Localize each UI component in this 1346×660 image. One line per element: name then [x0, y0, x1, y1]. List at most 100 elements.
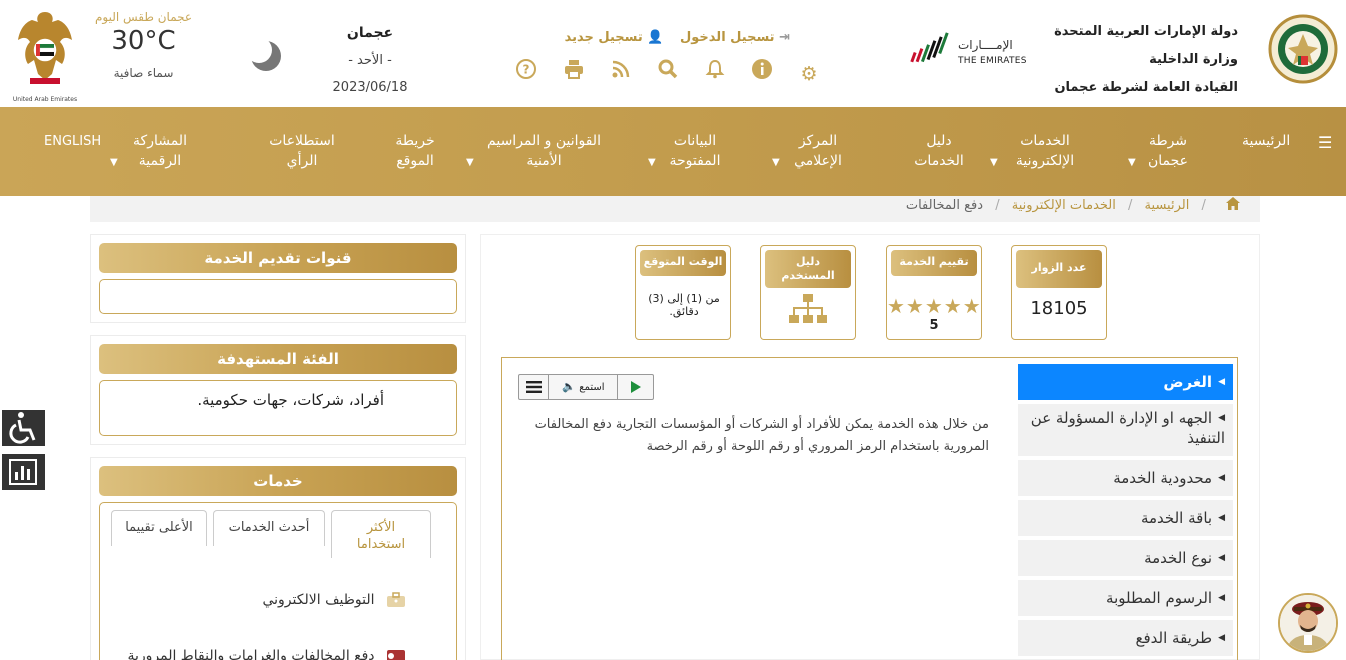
detail-item-package[interactable]: ◀ باقة الخدمة — [1018, 500, 1233, 536]
rss-icon[interactable] — [610, 58, 632, 80]
service-item-label: التوظيف الالكتروني — [262, 592, 375, 608]
bell-icon[interactable] — [704, 58, 726, 80]
city-name: عجمان — [346, 25, 394, 41]
weather-title: عجمان طقس اليوم — [94, 10, 193, 24]
service-item-fines[interactable]: دفع المخالفات والغرامات والنقاط المرورية — [127, 648, 407, 660]
tab-latest[interactable]: أحدث الخدمات — [213, 510, 325, 546]
nav-eservices-line1: الخدمات — [1020, 133, 1070, 149]
help-icon[interactable]: ? — [515, 58, 537, 80]
nav-open-data[interactable]: البيانات المفتوحة ▼ — [648, 131, 742, 171]
detail-item-responsible-dept[interactable]: ◀الجهه او الإدارة المسؤولة عن التنفيذ — [1018, 404, 1233, 456]
detail-item-limitations[interactable]: ◀ محدودية الخدمة — [1018, 460, 1233, 496]
chevron-down-icon: ▼ — [772, 157, 780, 168]
print-icon[interactable] — [563, 58, 585, 80]
settings-icon[interactable]: ⚙ — [798, 63, 820, 85]
breadcrumb: / الرئيسية / الخدمات الإلكترونية / دفع ا… — [90, 196, 1260, 222]
fines-icon — [385, 648, 407, 660]
visitors-count: 18105 — [1030, 298, 1088, 319]
detail-item-fees[interactable]: ◀ الرسوم المطلوبة — [1018, 580, 1233, 616]
detail-item-purpose[interactable]: ◀ الغرض — [1018, 364, 1233, 400]
nav-english[interactable]: ENGLISH — [44, 131, 101, 152]
play-icon[interactable] — [619, 375, 653, 399]
breadcrumb-eservices[interactable]: الخدمات الإلكترونية — [1012, 196, 1116, 216]
rating-label: تقييم الخدمة — [891, 250, 977, 276]
emirates-brand-icon — [910, 32, 949, 63]
chevron-down-icon: ▼ — [990, 157, 998, 168]
nav-laws[interactable]: القوانين و المراسيم الأمنية ▼ — [466, 131, 622, 171]
nav-open-line2: المفتوحة — [669, 153, 721, 169]
chevron-down-icon: ▼ — [648, 157, 656, 168]
nav-sitemap[interactable]: خريطة الموقع — [388, 131, 442, 171]
nav-polls-line2: الرأي — [286, 153, 318, 169]
login-label: تسجيل الدخول — [680, 30, 775, 45]
listen-button[interactable]: 🔈 استمع — [550, 375, 618, 399]
nav-media-center[interactable]: المركز الإعلامي ▼ — [772, 131, 864, 171]
gov-line-ministry: وزارة الداخلية — [1149, 52, 1238, 67]
nav-services-guide[interactable]: دليل الخدمات — [910, 131, 968, 171]
tab-top-rated[interactable]: الأعلى تقييما — [111, 510, 207, 546]
ajman-police-emblem[interactable] — [1268, 12, 1338, 86]
user-guide-label-line2: المستخدم — [781, 269, 835, 282]
player-menu-icon[interactable] — [519, 375, 549, 399]
nav-police-line2: عجمان — [1147, 153, 1189, 169]
target-audience-title: الفئة المستهدفة — [99, 344, 457, 374]
gov-line-command: القيادة العامة لشرطة عجمان — [1054, 80, 1238, 95]
government-title: دولة الإمارات العربية المتحدة وزارة الدا… — [1040, 18, 1238, 102]
menu-icon[interactable]: ☰ — [1318, 133, 1338, 152]
service-item-e-recruitment[interactable]: التوظيف الالكتروني — [262, 592, 407, 608]
caret-icon: ◀ — [1218, 553, 1225, 563]
nav-digital-participation[interactable]: المشاركة الرقمية ▼ — [110, 131, 210, 171]
read-aloud-player: 🔈 استمع — [518, 374, 654, 400]
breadcrumb-separator: / — [1128, 198, 1133, 213]
detail-item-type[interactable]: ◀ نوع الخدمة — [1018, 540, 1233, 576]
nav-polls-line1: استطلاعات — [269, 133, 335, 149]
detail-item-label: نوع الخدمة — [1144, 549, 1213, 567]
chevron-down-icon: ▼ — [1128, 157, 1136, 168]
user-guide-card[interactable]: دليل المستخدم — [760, 245, 856, 340]
nav-laws-line1: القوانين و المراسيم — [487, 133, 601, 149]
nav-home[interactable]: الرئيسية — [1242, 131, 1290, 151]
service-details: عدد الزوار 18105 تقييم الخدمة ★★★★★ 5 دل… — [480, 234, 1260, 660]
services-tabs: الأكثر استخداما أحدث الخدمات الأعلى تقيي… — [109, 510, 443, 558]
services-panel: خدمات الأكثر استخداما أحدث الخدمات الأعل… — [90, 457, 466, 660]
tab-most-used-line2: استخداما — [356, 537, 406, 552]
emirates-brand-en: THE EMIRATES — [958, 56, 1027, 66]
nav-digital-line1: المشاركة — [133, 133, 187, 149]
user-guide-label-line1: دليل — [795, 255, 821, 268]
virtual-assistant-avatar[interactable] — [1278, 593, 1338, 653]
nav-home-label: الرئيسية — [1242, 133, 1291, 149]
search-icon[interactable] — [657, 58, 679, 80]
caret-icon: ◀ — [1218, 513, 1225, 523]
home-icon[interactable] — [1226, 196, 1240, 216]
analytics-button[interactable] — [0, 452, 47, 492]
nav-eservices[interactable]: الخدمات الإلكترونية ▼ — [990, 131, 1100, 171]
nav-polls[interactable]: استطلاعات الرأي — [262, 131, 342, 171]
login-link[interactable]: ⇥ تسجيل الدخول — [680, 30, 790, 45]
rating-stars[interactable]: ★★★★★ — [887, 294, 981, 318]
register-link[interactable]: 👤 تسجيل جديد — [565, 30, 664, 45]
detail-item-label: الغرض — [1163, 373, 1213, 391]
service-channels-title: قنوات تقديم الخدمة — [99, 243, 457, 273]
chevron-down-icon: ▼ — [110, 157, 118, 168]
accessibility-button[interactable] — [0, 408, 47, 448]
breadcrumb-home[interactable]: الرئيسية — [1145, 196, 1190, 216]
the-emirates-logo[interactable]: الإمــــارات THE EMIRATES — [908, 28, 1030, 70]
tab-most-used[interactable]: الأكثر استخداما — [331, 510, 431, 558]
nav-media-line2: الإعلامي — [794, 153, 842, 169]
service-item-label: دفع المخالفات والغرامات والنقاط المرورية — [127, 648, 375, 660]
caret-icon: ◀ — [1218, 377, 1225, 387]
info-icon[interactable] — [751, 58, 773, 80]
nav-english-label: ENGLISH — [44, 134, 102, 149]
visitors-card: عدد الزوار 18105 — [1011, 245, 1107, 340]
sky-condition: سماء صافية — [113, 66, 174, 80]
detail-item-payment[interactable]: ◀ طريقة الدفع — [1018, 620, 1233, 656]
caret-icon: ◀ — [1218, 413, 1225, 423]
expected-time-label: الوقت المتوقع — [640, 250, 726, 276]
detail-item-label: طريقة الدفع — [1135, 629, 1213, 647]
uae-emblem[interactable]: United Arab Emirates — [12, 8, 78, 103]
target-audience-panel: الفئة المستهدفة أفراد، شركات، جهات حكومي… — [90, 335, 466, 445]
nav-ajman-police[interactable]: شرطة عجمان ▼ — [1128, 131, 1208, 171]
nav-police-line1: شرطة — [1148, 133, 1188, 149]
account-links: ⇥ تسجيل الدخول 👤 تسجيل جديد — [560, 30, 790, 50]
rating-value: 5 — [929, 318, 939, 333]
